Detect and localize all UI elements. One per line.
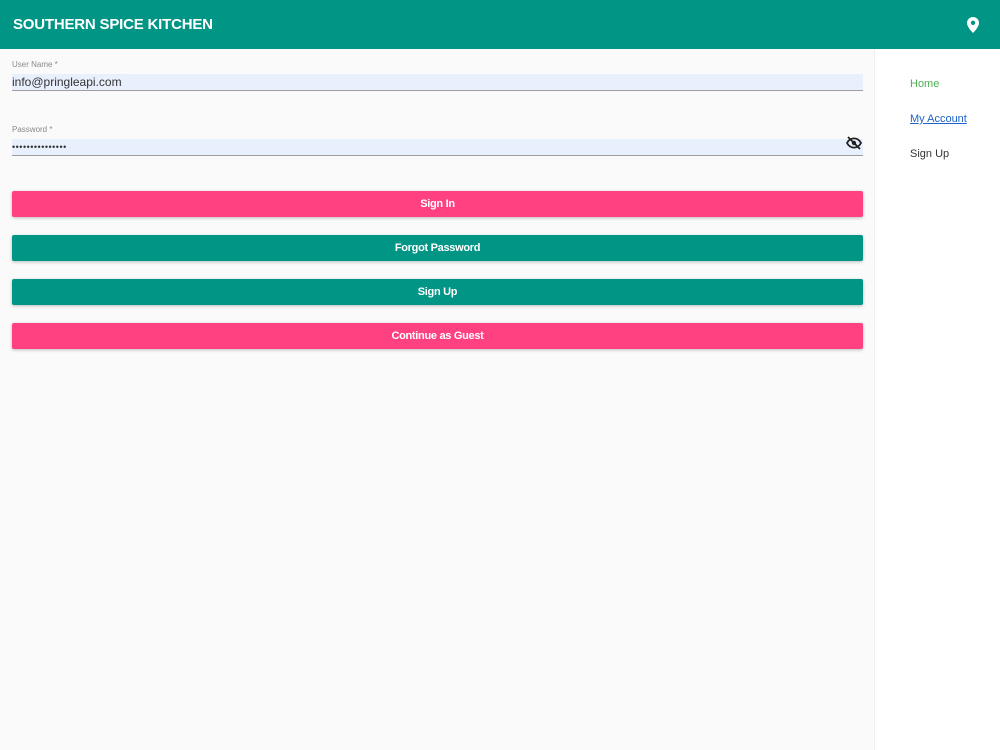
sign-up-button[interactable]: Sign Up [12,279,863,305]
forgot-password-button[interactable]: Forgot Password [12,235,863,261]
username-field-group: User Name * [12,60,863,94]
username-label: User Name * [12,60,58,69]
app-bar: SOUTHERN SPICE KITCHEN [0,0,1000,49]
continue-as-guest-button[interactable]: Continue as Guest [12,323,863,349]
eye-off-icon[interactable] [845,134,863,152]
location-pin-icon[interactable] [961,13,985,37]
login-form: User Name * Password * Sign In Forgot Pa… [0,49,874,750]
nav-item-sign-up[interactable]: Sign Up [910,148,949,160]
nav-item-my-account[interactable]: My Account [910,113,967,125]
password-input[interactable] [12,139,863,156]
app-title: SOUTHERN SPICE KITCHEN [13,16,213,33]
password-field-group: Password * [12,124,863,158]
password-label: Password * [12,125,53,134]
nav-item-home[interactable]: Home [910,78,939,90]
sign-in-button[interactable]: Sign In [12,191,863,217]
side-nav: Home My Account Sign Up [874,49,1000,750]
username-input[interactable] [12,74,863,91]
